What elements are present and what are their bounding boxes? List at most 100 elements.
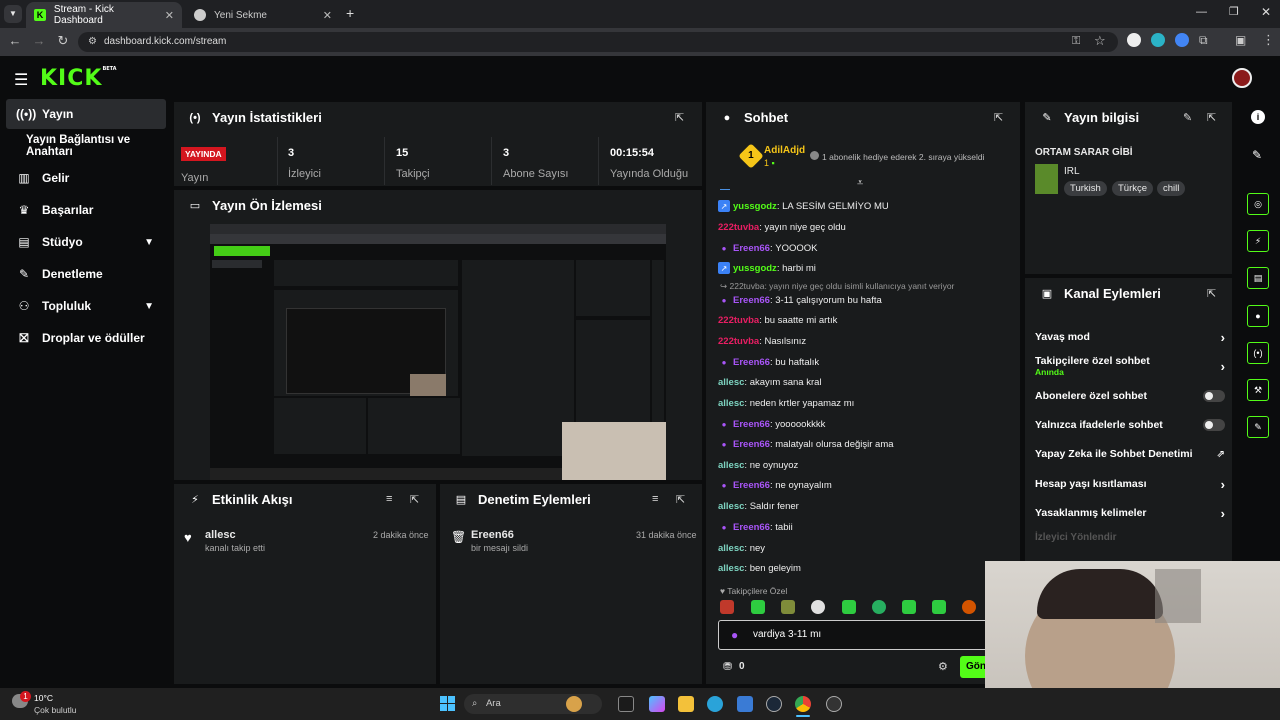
chat-username[interactable]: allesc — [718, 543, 744, 554]
action-subscribers-only[interactable]: Abonelere özel sohbet — [1035, 389, 1225, 403]
close-tab-icon[interactable]: ✕ — [323, 9, 332, 22]
emote-face-icon[interactable] — [962, 600, 976, 614]
restore-icon[interactable]: ❐ — [1229, 5, 1239, 18]
popout-icon[interactable]: ⇱ — [675, 111, 684, 124]
edit-layout-icon[interactable]: ✎ — [1252, 148, 1262, 162]
popout-icon[interactable]: ⇱ — [1207, 111, 1216, 124]
chat-message[interactable]: allesc: ben geleyim — [718, 561, 801, 575]
rail-chat-icon[interactable]: ● — [1247, 305, 1269, 327]
chat-message[interactable]: ↗ yussgodz: harbi mi — [718, 261, 816, 275]
chat-username[interactable]: Ereen66 — [733, 357, 770, 368]
chat-message[interactable]: allesc: ney — [718, 541, 765, 555]
taskbar-app-icon[interactable] — [826, 696, 842, 712]
chat-username[interactable]: Ereen66 — [733, 295, 770, 306]
taskbar-edge-icon[interactable] — [707, 696, 723, 712]
popout-icon[interactable]: ⇱ — [676, 493, 685, 506]
chat-message[interactable]: ● Ereen66: YOOOOK — [718, 241, 818, 255]
tab-new-tab[interactable]: Yeni Sekme ✕ — [186, 2, 340, 28]
emotes-only-toggle[interactable] — [1203, 419, 1225, 431]
chat-message[interactable]: 222tuvba: Nasılsınız — [718, 334, 806, 348]
emote-clown-icon[interactable] — [811, 600, 825, 614]
filter-icon[interactable]: ≡ — [652, 493, 658, 505]
chat-username[interactable]: yussgodz — [733, 263, 777, 274]
popout-icon[interactable]: ⇱ — [1207, 287, 1216, 300]
chat-username[interactable]: Ereen66 — [733, 243, 770, 254]
subscribers-only-toggle[interactable] — [1203, 390, 1225, 402]
rail-document-icon[interactable]: ▤ — [1247, 267, 1269, 289]
chat-message[interactable]: allesc: akayım sana kral — [718, 375, 822, 389]
chat-username[interactable]: 222tuvba — [718, 222, 759, 233]
chat-username[interactable]: Ereen66 — [733, 419, 770, 430]
filter-icon[interactable]: ≡ — [386, 493, 392, 505]
chat-input[interactable]: ● vardiya 3-11 mı — [718, 620, 1016, 650]
rail-broadcast-icon[interactable]: (•) — [1247, 342, 1269, 364]
chat-message[interactable]: allesc: ne oynuyoz — [718, 458, 798, 472]
popout-icon[interactable]: ⇱ — [410, 493, 419, 506]
popout-icon[interactable]: ⇱ — [994, 111, 1003, 124]
action-banned-words[interactable]: Yasaklanmış kelimeler › — [1035, 506, 1225, 521]
chat-username[interactable]: allesc — [718, 460, 744, 471]
extension-b-icon[interactable] — [1151, 33, 1165, 47]
chat-message[interactable]: ↗ yussgodz: LA SESİM GELMİYO MU — [718, 199, 889, 213]
chat-message[interactable]: ● Ereen66: ne oynayalım — [718, 478, 832, 492]
rail-target-icon[interactable]: ◎ — [1247, 193, 1269, 215]
taskbar-chrome-icon[interactable] — [795, 696, 811, 712]
rail-tools-icon[interactable]: ⚒ — [1247, 379, 1269, 401]
back-icon[interactable]: ← — [6, 33, 24, 48]
chat-message[interactable]: allesc: Saldır fener — [718, 499, 799, 513]
action-followers-only[interactable]: Takipçilere özel sohbet Anında › — [1035, 355, 1225, 377]
emote-green-icon[interactable] — [902, 600, 916, 614]
extension-c-icon[interactable] — [1175, 33, 1189, 47]
emote-green-icon[interactable] — [751, 600, 765, 614]
sidebar-item-yayin[interactable]: ((•)) Yayın — [6, 99, 166, 129]
rail-lightning-icon[interactable]: ⚡ — [1247, 230, 1269, 252]
tag-chip[interactable]: chill — [1157, 181, 1186, 196]
sidebar-item-droplar[interactable]: ⛝ Droplar ve ödüller — [6, 323, 166, 353]
chat-username[interactable]: 222tuvba — [718, 315, 759, 326]
new-tab-icon[interactable]: + — [346, 5, 354, 21]
chat-username[interactable]: allesc — [718, 377, 744, 388]
chat-message[interactable]: 222tuvba: bu saatte mi artık — [718, 313, 837, 327]
chat-username[interactable]: Ereen66 — [733, 522, 770, 533]
chat-message[interactable]: ● Ereen66: yoooookkkk — [718, 417, 826, 431]
taskbar-copilot-icon[interactable] — [649, 696, 665, 712]
emote-green-icon[interactable] — [842, 600, 856, 614]
emote-clown-icon[interactable] — [872, 600, 886, 614]
stream-preview-video[interactable] — [210, 224, 666, 480]
action-emotes-only[interactable]: Yalnızca ifadelerle sohbet — [1035, 418, 1225, 432]
tag-chip[interactable]: Turkish — [1064, 181, 1107, 196]
chat-message[interactable]: ● Ereen66: 3-11 çalışıyorum bu hafta — [718, 293, 882, 307]
reload-icon[interactable]: ↻ — [54, 33, 72, 49]
chat-message[interactable]: ● Ereen66: tabii — [718, 520, 793, 534]
url-bar[interactable]: dashboard.kick.com/stream — [78, 32, 1118, 52]
sidebar-item-basarilar[interactable]: ♛ Başarılar — [6, 195, 166, 225]
extensions-puzzle-icon[interactable]: ⧉ — [1199, 33, 1208, 48]
tab-list-button[interactable]: ▼ — [4, 5, 22, 23]
kick-logo[interactable]: KICKBETA — [40, 66, 117, 91]
site-info-icon[interactable]: ⚙ — [88, 36, 97, 47]
chat-message[interactable]: 222tuvba: yayın niye geç oldu — [718, 220, 846, 234]
info-icon[interactable]: i — [1251, 110, 1265, 124]
chat-username[interactable]: yussgodz — [733, 201, 777, 212]
windows-start-icon[interactable] — [440, 696, 455, 711]
chat-message[interactable]: ● Ereen66: malatyalı olursa değişir ama — [718, 437, 894, 451]
chat-username[interactable]: 222tuvba — [718, 336, 759, 347]
chat-settings-icon[interactable]: ⚙ — [938, 660, 948, 673]
rail-wrench-icon[interactable]: ✎ — [1247, 416, 1269, 438]
taskbar-folder-icon[interactable] — [678, 696, 694, 712]
emote-red-icon[interactable] — [720, 600, 734, 614]
chat-message[interactable]: allesc: neden krtler yapamaz mı — [718, 396, 854, 410]
password-key-icon[interactable]: ⚿ — [1072, 35, 1080, 48]
action-account-age[interactable]: Hesap yaşı kısıtlaması › — [1035, 477, 1225, 492]
tag-chip[interactable]: Türkçe — [1112, 181, 1154, 196]
chat-username[interactable]: allesc — [718, 563, 744, 574]
sidebar-item-stream-key[interactable]: Yayın Bağlantısı ve Anahtarı — [16, 131, 176, 161]
avatar[interactable] — [1232, 68, 1252, 88]
emote-green-icon[interactable] — [932, 600, 946, 614]
forward-icon[interactable]: → — [30, 33, 48, 48]
edit-pencil-icon[interactable]: ✎ — [1183, 111, 1192, 124]
chat-username[interactable]: allesc — [718, 501, 744, 512]
chat-username[interactable]: Ereen66 — [733, 480, 770, 491]
action-ai-moderation[interactable]: Yapay Zeka ile Sohbet Denetimi ⇗ — [1035, 447, 1225, 461]
chrome-menu-icon[interactable]: ⋮ — [1262, 32, 1275, 48]
